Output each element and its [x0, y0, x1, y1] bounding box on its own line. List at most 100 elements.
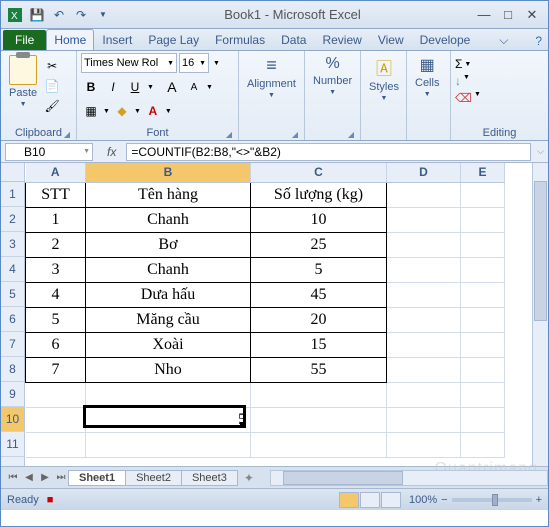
cell[interactable]	[461, 207, 505, 232]
horizontal-scrollbar[interactable]	[270, 470, 548, 486]
shrink-font-button[interactable]: A	[184, 77, 204, 97]
cell[interactable]: Nho	[86, 357, 251, 382]
sheet-tab-sheet1[interactable]: Sheet1	[68, 470, 126, 486]
tab-page-layout[interactable]: Page Lay	[140, 29, 207, 50]
new-sheet-icon[interactable]: ✦	[238, 471, 260, 485]
cell[interactable]	[461, 382, 505, 407]
next-sheet-icon[interactable]: ▶	[37, 470, 53, 486]
zoom-in-button[interactable]: +	[536, 494, 542, 506]
zoom-level[interactable]: 100%	[409, 494, 437, 506]
row-header-1[interactable]: 1	[1, 182, 24, 207]
cell[interactable]: 5	[86, 407, 251, 432]
grow-font-button[interactable]: A	[162, 77, 182, 97]
zoom-slider[interactable]	[452, 498, 532, 502]
page-break-view-button[interactable]	[381, 492, 401, 508]
font-size-select[interactable]: 16▼	[179, 53, 209, 73]
row-header-8[interactable]: 8	[1, 357, 24, 382]
cell[interactable]: 5	[251, 257, 387, 282]
chevron-down-icon[interactable]: ▼	[165, 108, 172, 115]
border-button[interactable]: ▦	[81, 101, 101, 121]
cell[interactable]: Măng cầu	[86, 307, 251, 332]
cell[interactable]: 45	[251, 282, 387, 307]
row-header-5[interactable]: 5	[1, 282, 24, 307]
zoom-out-button[interactable]: −	[441, 494, 447, 506]
cell[interactable]: 2	[26, 232, 86, 257]
column-header-B[interactable]: B	[86, 163, 251, 182]
column-header-E[interactable]: E	[461, 163, 505, 182]
dialog-launcher-icon[interactable]: ◢	[226, 130, 232, 139]
cell[interactable]: Chanh	[86, 257, 251, 282]
cell[interactable]	[251, 407, 387, 432]
scrollbar-thumb[interactable]	[283, 471, 403, 485]
cell[interactable]	[387, 357, 461, 382]
cell[interactable]	[461, 307, 505, 332]
bold-button[interactable]: B	[81, 77, 101, 97]
vertical-scrollbar[interactable]	[532, 163, 548, 466]
cell[interactable]	[461, 182, 505, 207]
cell[interactable]	[86, 432, 251, 457]
fill-color-button[interactable]: ◆	[112, 101, 132, 121]
cell[interactable]	[251, 382, 387, 407]
sheet-tab-sheet3[interactable]: Sheet3	[181, 470, 238, 486]
cell[interactable]: 15	[251, 332, 387, 357]
row-header-4[interactable]: 4	[1, 257, 24, 282]
tab-file[interactable]: File	[3, 30, 46, 50]
underline-button[interactable]: U	[125, 77, 145, 97]
qat-dropdown-icon[interactable]: ▼	[93, 5, 113, 25]
row-header-10[interactable]: 10	[1, 407, 24, 432]
cells-table[interactable]: ABCDESTTTên hàngSố lượng (kg)1Chanh102Bơ…	[25, 163, 505, 458]
tab-developer[interactable]: Develope	[412, 29, 479, 50]
cell[interactable]: 7	[26, 357, 86, 382]
chevron-down-icon[interactable]: ▼	[147, 84, 154, 91]
tab-formulas[interactable]: Formulas	[207, 29, 273, 50]
tab-data[interactable]: Data	[273, 29, 314, 50]
cell[interactable]	[387, 282, 461, 307]
cell[interactable]: 3	[26, 257, 86, 282]
cell[interactable]	[387, 407, 461, 432]
cell[interactable]: Dưa hấu	[86, 282, 251, 307]
tab-review[interactable]: Review	[314, 29, 369, 50]
cell[interactable]	[461, 257, 505, 282]
cell[interactable]: 4	[26, 282, 86, 307]
cell[interactable]	[86, 382, 251, 407]
ribbon-minimize-icon[interactable]: ⌵	[493, 31, 514, 50]
column-header-D[interactable]: D	[387, 163, 461, 182]
cell[interactable]	[461, 282, 505, 307]
cell[interactable]: 5	[26, 307, 86, 332]
chevron-down-icon[interactable]: ▼	[211, 60, 222, 67]
cell[interactable]: 25	[251, 232, 387, 257]
copy-icon[interactable]: 📄	[43, 77, 61, 95]
cell[interactable]	[387, 432, 461, 457]
column-header-A[interactable]: A	[26, 163, 86, 182]
minimize-button[interactable]: —	[472, 6, 496, 24]
cell[interactable]: Chanh	[86, 207, 251, 232]
cell[interactable]	[461, 332, 505, 357]
cell[interactable]	[461, 432, 505, 457]
cell[interactable]: 6	[26, 332, 86, 357]
row-header-3[interactable]: 3	[1, 232, 24, 257]
sheet-tab-sheet2[interactable]: Sheet2	[125, 470, 182, 486]
cell[interactable]: 20	[251, 307, 387, 332]
cell[interactable]: 1	[26, 207, 86, 232]
cell[interactable]	[387, 232, 461, 257]
alignment-button[interactable]: ≡Alignment▼	[243, 53, 300, 101]
font-color-button[interactable]: A	[143, 101, 163, 121]
cell[interactable]	[26, 382, 86, 407]
paste-button[interactable]: Paste ▼	[5, 53, 41, 110]
first-sheet-icon[interactable]: ⏮	[5, 470, 21, 486]
prev-sheet-icon[interactable]: ◀	[21, 470, 37, 486]
cells-button[interactable]: ▦Cells▼	[411, 53, 443, 100]
tab-insert[interactable]: Insert	[94, 29, 140, 50]
formula-input[interactable]: =COUNTIF(B2:B8,"<>"&B2)	[126, 143, 531, 161]
normal-view-button[interactable]	[339, 492, 359, 508]
last-sheet-icon[interactable]: ⏭	[53, 470, 69, 486]
cell[interactable]	[387, 307, 461, 332]
cell[interactable]	[387, 257, 461, 282]
page-layout-view-button[interactable]	[360, 492, 380, 508]
macro-record-icon[interactable]: ■	[47, 494, 54, 506]
scrollbar-thumb[interactable]	[534, 181, 547, 321]
fx-icon[interactable]: fx	[101, 145, 122, 159]
tab-view[interactable]: View	[370, 29, 412, 50]
cell[interactable]	[387, 332, 461, 357]
dialog-launcher-icon[interactable]: ◢	[64, 130, 70, 139]
